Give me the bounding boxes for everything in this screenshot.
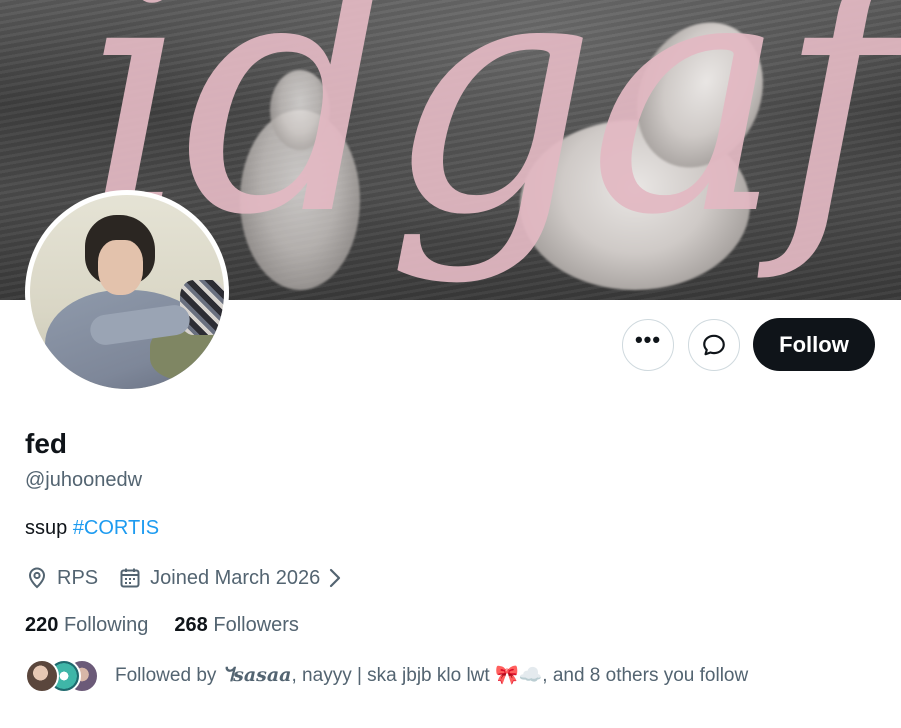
profile-meta: RPS Joined March 2026 [25, 563, 342, 593]
location-text: RPS [57, 566, 99, 589]
message-button[interactable] [688, 319, 740, 371]
more-icon: ••• [634, 327, 662, 352]
profile-stats: 220 Following 268 Followers [25, 614, 299, 637]
followed-by-prefix: Followed by [115, 665, 222, 686]
followed-by-first-name: ᖻ𝒔𝒂𝒔𝒂𝒂 [221, 664, 292, 686]
profile-handle: @juhoonedw [25, 469, 143, 491]
followed-by-rest: , nayyy | ska jbjb klo lwt 🎀☁️, and 8 ot… [291, 665, 749, 686]
bio-hashtag-link[interactable]: #CORTIS [73, 517, 159, 539]
following-label: Following [63, 614, 149, 636]
followers-link[interactable]: 268 Followers [174, 614, 299, 637]
message-icon [703, 334, 725, 356]
profile-bio: ssup #CORTIS [25, 517, 159, 540]
more-button[interactable]: ••• [622, 319, 674, 371]
followed-by-text: Followed by ᖻ𝒔𝒂𝒔𝒂𝒂, nayyy | ska jbjb klo… [115, 663, 748, 687]
chevron-right-icon [330, 568, 341, 588]
follower-avatar [25, 659, 59, 693]
banner-script-text: idgaf [85, 0, 900, 287]
bio-text: ssup [25, 517, 73, 539]
location-icon [28, 567, 46, 589]
follow-button[interactable]: Follow [753, 318, 875, 371]
location-item: RPS [25, 566, 98, 590]
followers-count: 268 [174, 614, 208, 636]
following-count: 220 [25, 614, 59, 636]
follower-avatars [25, 657, 103, 693]
calendar-icon [120, 568, 140, 588]
joined-text: Joined March 2026 [150, 566, 321, 589]
avatar[interactable] [25, 190, 229, 394]
avatar-photo [30, 195, 224, 389]
followers-label: Followers [213, 614, 299, 636]
followed-by-row[interactable]: Followed by ᖻ𝒔𝒂𝒔𝒂𝒂, nayyy | ska jbjb klo… [25, 657, 748, 693]
profile-name: fed [25, 428, 67, 459]
following-link[interactable]: 220 Following [25, 614, 148, 637]
joined-item[interactable]: Joined March 2026 [118, 566, 342, 590]
avatar-face [98, 240, 143, 295]
